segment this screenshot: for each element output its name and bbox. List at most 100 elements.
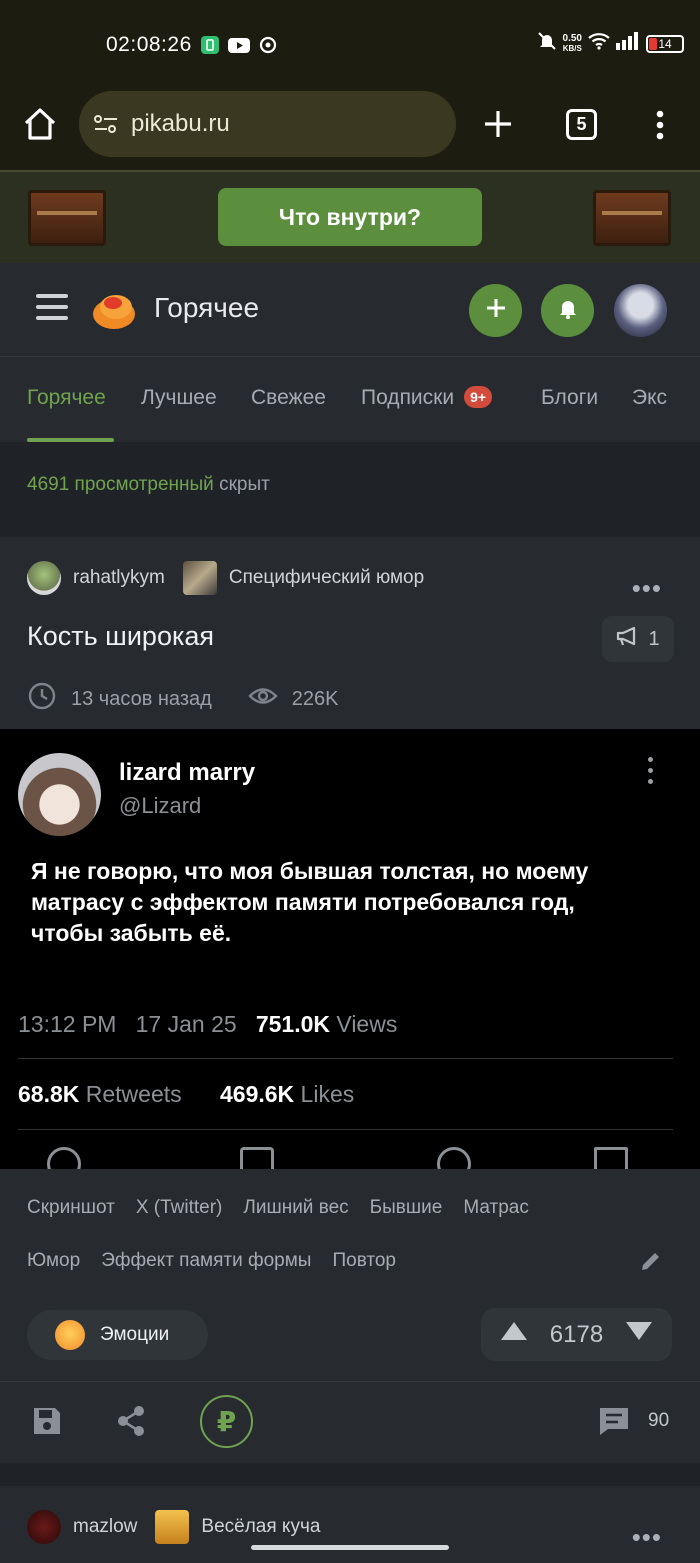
post-more-icon[interactable]: ••• bbox=[632, 1522, 662, 1553]
post-card: mazlow Весёлая куча ••• bbox=[0, 1486, 700, 1563]
post-more-icon[interactable]: ••• bbox=[632, 573, 662, 604]
tweet-date: 17 Jan 25 bbox=[135, 1011, 237, 1037]
post-title[interactable]: Кость широкая bbox=[27, 621, 214, 652]
community-avatar[interactable] bbox=[155, 1510, 190, 1544]
add-post-button[interactable] bbox=[469, 284, 522, 337]
tags-line-1: Скриншот X (Twitter) Лишний вес Бывшие Матра… bbox=[27, 1197, 550, 1219]
tweet-retweet-icon bbox=[240, 1147, 274, 1169]
donate-ruble-button[interactable]: ₽ bbox=[200, 1395, 253, 1448]
post-meta: mazlow Весёлая куча bbox=[27, 1510, 338, 1544]
tab-blogs[interactable]: Блоги bbox=[541, 386, 598, 410]
save-icon[interactable] bbox=[31, 1405, 63, 1442]
subscriptions-badge: 9+ bbox=[464, 386, 493, 408]
tab-subscriptions[interactable]: Подписки 9+ bbox=[361, 386, 493, 410]
promo-button[interactable]: Что внутри? bbox=[218, 188, 482, 246]
community-name[interactable]: Специфический юмор bbox=[229, 567, 424, 589]
sync-icon bbox=[258, 35, 278, 55]
edit-tags-icon[interactable] bbox=[639, 1249, 663, 1278]
url-text: pikabu.ru bbox=[131, 110, 230, 137]
upvote-icon[interactable] bbox=[499, 1320, 529, 1349]
smiley-icon bbox=[55, 1320, 85, 1350]
home-icon[interactable] bbox=[22, 106, 58, 147]
tags-line-2: Юмор Эффект памяти формы Повтор bbox=[27, 1250, 417, 1272]
tab-switcher-button[interactable]: 5 bbox=[566, 109, 597, 140]
feed-tabs: Горячее Лучшее Свежее Подписки 9+ Блоги Э… bbox=[0, 356, 700, 442]
tab-more[interactable]: Экс bbox=[632, 386, 667, 410]
active-tab-indicator bbox=[27, 438, 114, 442]
plus-icon bbox=[485, 297, 507, 324]
new-tab-icon[interactable] bbox=[483, 109, 513, 144]
tweet-avatar bbox=[18, 753, 101, 836]
tab-fresh[interactable]: Свежее bbox=[251, 386, 326, 410]
tweet-retweets-label: Retweets bbox=[85, 1081, 182, 1107]
tweet-retweets-count: 68.8K bbox=[18, 1081, 80, 1107]
battery-indicator: 14 bbox=[646, 34, 684, 53]
megaphone-icon bbox=[616, 625, 640, 653]
pikabu-logo[interactable] bbox=[91, 287, 137, 331]
app-header: Горячее bbox=[0, 263, 700, 356]
user-avatar[interactable] bbox=[614, 284, 667, 337]
bell-icon bbox=[558, 297, 578, 324]
author-name[interactable]: rahatlykym bbox=[73, 567, 165, 589]
browser-menu-icon[interactable] bbox=[655, 110, 665, 145]
tag[interactable]: X (Twitter) bbox=[136, 1197, 223, 1219]
tab-best[interactable]: Лучшее bbox=[141, 386, 217, 410]
menu-icon[interactable] bbox=[36, 294, 68, 322]
tag[interactable]: Повтор bbox=[332, 1250, 396, 1272]
tweet-views-label: Views bbox=[336, 1011, 398, 1037]
browser-toolbar: pikabu.ru 5 bbox=[0, 88, 700, 170]
tweet-reply-icon bbox=[47, 1147, 81, 1169]
community-name[interactable]: Весёлая куча bbox=[201, 1516, 320, 1538]
clock-icon bbox=[27, 681, 57, 717]
notifications-button[interactable] bbox=[541, 284, 594, 337]
page-title: Горячее bbox=[154, 292, 260, 323]
tab-subscriptions-label: Подписки bbox=[361, 386, 455, 409]
comments-icon[interactable] bbox=[598, 1405, 630, 1442]
tweet-author-name: lizard marry bbox=[119, 759, 256, 786]
tag[interactable]: Скриншот bbox=[27, 1197, 115, 1219]
post-time: 13 часов назад bbox=[71, 687, 212, 710]
tweet-engagement-row: 68.8K Retweets 469.6K Likes bbox=[18, 1081, 354, 1108]
viewed-count: 4691 просмотренный bbox=[27, 474, 214, 495]
author-name[interactable]: mazlow bbox=[73, 1516, 137, 1538]
tag[interactable]: Юмор bbox=[27, 1250, 80, 1272]
post-info: 13 часов назад 226K bbox=[27, 681, 339, 717]
tweet-more-icon bbox=[648, 757, 656, 790]
status-time: 02:08:26 bbox=[106, 33, 192, 56]
post-views: 226K bbox=[291, 687, 339, 710]
tweet-time-row: 13:12 PM 17 Jan 25 751.0K Views bbox=[18, 1011, 397, 1038]
author-avatar[interactable] bbox=[27, 1510, 61, 1544]
tweet-likes-count: 469.6K bbox=[219, 1081, 295, 1107]
reply-posts-button[interactable]: 1 bbox=[602, 616, 674, 662]
downvote-icon[interactable] bbox=[624, 1320, 654, 1349]
url-bar[interactable]: pikabu.ru bbox=[79, 91, 456, 157]
tag[interactable]: Лишний вес bbox=[243, 1197, 348, 1219]
emotions-label: Эмоции bbox=[100, 1324, 170, 1345]
tweet-like-icon bbox=[437, 1147, 471, 1169]
tag[interactable]: Матрас bbox=[463, 1197, 529, 1219]
mute-icon bbox=[537, 31, 557, 56]
viewed-hidden-notice[interactable]: 4691 просмотренный скрыт bbox=[27, 474, 270, 496]
tweet-likes-label: Likes bbox=[300, 1081, 355, 1107]
tag[interactable]: Эффект памяти формы bbox=[101, 1250, 311, 1272]
tweet-time: 13:12 PM bbox=[18, 1011, 117, 1037]
post-image-tweet[interactable]: lizard marry @Lizard Я не говорю, что мо… bbox=[0, 729, 700, 1169]
post-meta: rahatlykym Специфический юмор bbox=[27, 561, 442, 595]
comments-count[interactable]: 90 bbox=[648, 1410, 669, 1432]
tab-hot[interactable]: Горячее bbox=[27, 386, 106, 410]
tag[interactable]: Бывшие bbox=[370, 1197, 443, 1219]
gesture-home-bar[interactable] bbox=[251, 1545, 449, 1550]
post-actions: ₽ 90 bbox=[0, 1381, 700, 1463]
share-icon[interactable] bbox=[116, 1405, 146, 1442]
author-avatar[interactable] bbox=[27, 561, 61, 595]
community-avatar[interactable] bbox=[182, 561, 217, 595]
tweet-text: Я не говорю, что моя бывшая толстая, но … bbox=[31, 858, 589, 946]
promo-banner: Что внутри? bbox=[0, 170, 700, 263]
eye-icon bbox=[248, 685, 278, 713]
site-settings-icon[interactable] bbox=[93, 113, 119, 135]
post-card: rahatlykym Специфический юмор ••• Кость … bbox=[0, 537, 700, 1463]
treasure-chest-icon bbox=[28, 190, 106, 246]
emotions-button[interactable]: Эмоции bbox=[27, 1310, 208, 1360]
app-notification-icon bbox=[200, 35, 220, 55]
tweet-handle: @Lizard bbox=[119, 793, 202, 818]
